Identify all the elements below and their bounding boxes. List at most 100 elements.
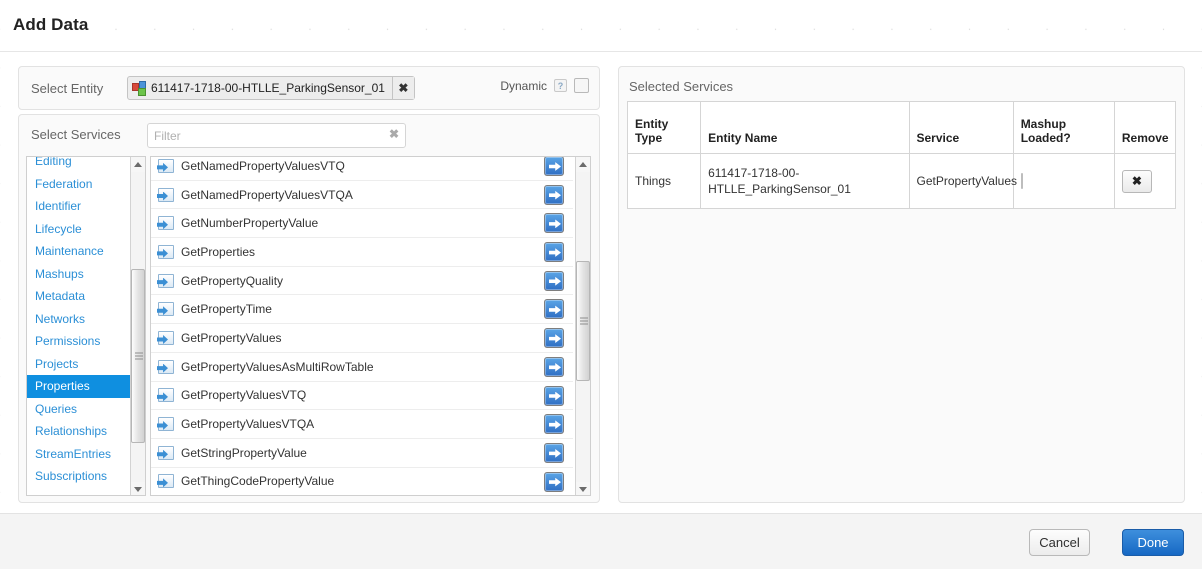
selected-services-panel: Selected Services Entity Type Entity Name S… bbox=[618, 66, 1185, 503]
select-entity-panel: Select Entity 611417-1718-00-HTLLE_Parki… bbox=[18, 66, 600, 110]
entity-chip[interactable]: 611417-1718-00-HTLLE_ParkingSensor_01 ✖ bbox=[127, 76, 415, 100]
dialog-header: Add Data bbox=[0, 0, 1202, 52]
column-header-remove: Remove bbox=[1113, 101, 1177, 154]
category-item[interactable]: Editing bbox=[27, 157, 131, 173]
done-button[interactable]: Done bbox=[1122, 529, 1184, 556]
dynamic-checkbox[interactable] bbox=[574, 78, 589, 93]
category-scroll-down-icon[interactable] bbox=[131, 482, 145, 495]
service-name: GetPropertyValues bbox=[181, 330, 282, 345]
services-scroll-thumb[interactable] bbox=[576, 261, 590, 381]
add-service-arrow-icon[interactable] bbox=[544, 442, 564, 463]
service-name: GetProperties bbox=[181, 244, 256, 259]
column-header-line: Entity Name bbox=[708, 131, 778, 145]
add-service-arrow-icon[interactable] bbox=[544, 414, 564, 435]
table-row: Things 611417-1718-00-HTLLE_ParkingSensor… bbox=[626, 153, 1177, 209]
column-header-line: Loaded? bbox=[1020, 131, 1071, 145]
service-row[interactable]: GetPropertyValuesVTQA bbox=[151, 410, 573, 439]
add-service-arrow-icon[interactable] bbox=[544, 270, 564, 291]
column-header-line: Remove bbox=[1121, 131, 1169, 145]
service-name: GetPropertyValuesVTQ bbox=[181, 388, 307, 403]
add-data-dialog: Add Data Select Entity 611417-1718-00-HT… bbox=[0, 0, 1202, 569]
service-row[interactable]: GetPropertyValuesAsMultiRowTable bbox=[151, 353, 573, 382]
category-item[interactable]: Mashups bbox=[27, 263, 131, 286]
service-icon bbox=[158, 388, 174, 403]
add-service-arrow-icon[interactable] bbox=[544, 213, 564, 234]
service-row[interactable]: GetPropertyQuality bbox=[151, 267, 573, 296]
service-icon bbox=[158, 417, 174, 432]
cell-remove: ✖ bbox=[1113, 153, 1177, 209]
entity-clear-icon[interactable]: ✖ bbox=[391, 77, 414, 99]
service-row[interactable]: GetPropertyValuesVTQ bbox=[151, 382, 573, 411]
category-item[interactable]: Permissions bbox=[27, 330, 131, 353]
column-header-line: Service bbox=[916, 131, 960, 145]
add-service-arrow-icon[interactable] bbox=[544, 385, 564, 406]
filter-clear-icon[interactable]: ✖ bbox=[389, 127, 399, 141]
cancel-button[interactable]: Cancel bbox=[1029, 529, 1090, 556]
things-blocks-icon bbox=[132, 80, 147, 96]
service-icon bbox=[158, 359, 174, 374]
add-service-arrow-icon[interactable] bbox=[544, 157, 564, 176]
service-row[interactable]: GetNumberPropertyValue bbox=[151, 209, 573, 239]
service-row[interactable]: GetNamedPropertyValuesVTQ bbox=[151, 157, 573, 181]
column-header-service: Service bbox=[908, 101, 1014, 154]
service-name: GetPropertyValuesAsMultiRowTable bbox=[181, 359, 374, 374]
category-item[interactable]: Projects bbox=[27, 353, 131, 376]
filter-input[interactable] bbox=[148, 124, 380, 147]
add-service-arrow-icon[interactable] bbox=[544, 471, 564, 492]
select-services-label: Select Services bbox=[31, 127, 121, 142]
category-item[interactable]: Metadata bbox=[27, 285, 131, 308]
cell-entity-name: 611417-1718-00-HTLLE_ParkingSensor_01 bbox=[700, 153, 910, 209]
service-icon bbox=[158, 330, 174, 345]
service-row[interactable]: GetPropertyTime bbox=[151, 295, 573, 325]
filter-field-wrapper: ✖ bbox=[147, 123, 406, 148]
category-scroll-up-icon[interactable] bbox=[131, 157, 145, 172]
service-row[interactable]: GetStringPropertyValue bbox=[151, 439, 573, 468]
select-services-panel: Select Services ✖ EditingFederationIdent… bbox=[18, 114, 600, 503]
category-scroll-thumb[interactable] bbox=[131, 269, 145, 443]
dialog-footer: Cancel Done bbox=[0, 513, 1202, 569]
column-header-entity-name: Entity Name bbox=[700, 101, 910, 154]
service-row[interactable]: GetPropertyValues bbox=[151, 324, 573, 353]
category-item[interactable]: Maintenance bbox=[27, 240, 131, 263]
service-name: GetNamedPropertyValuesVTQA bbox=[181, 187, 353, 202]
category-item[interactable]: Relationships bbox=[27, 420, 131, 443]
category-item[interactable]: StreamEntries bbox=[27, 443, 131, 466]
service-name: GetPropertyTime bbox=[181, 302, 272, 317]
category-item[interactable]: Properties bbox=[27, 375, 131, 398]
category-scrollbar[interactable] bbox=[130, 157, 145, 495]
table-header-row: Entity Type Entity Name Service Mashup Loaded… bbox=[626, 101, 1177, 154]
column-header-line: Type bbox=[635, 131, 663, 145]
add-service-arrow-icon[interactable] bbox=[544, 328, 564, 349]
service-icon bbox=[158, 445, 174, 460]
services-scrollbar[interactable] bbox=[575, 157, 590, 495]
add-service-arrow-icon[interactable] bbox=[544, 242, 564, 263]
mashup-loaded-checkbox[interactable] bbox=[1020, 173, 1023, 189]
cell-service: GetPropertyValues bbox=[908, 153, 1017, 209]
service-icon bbox=[158, 216, 174, 231]
service-icon bbox=[158, 244, 174, 259]
category-item[interactable]: Subscriptions bbox=[27, 465, 131, 488]
add-service-arrow-icon[interactable] bbox=[544, 299, 564, 320]
column-header-mashup-loaded: Mashup Loaded? bbox=[1012, 101, 1115, 154]
service-icon bbox=[158, 273, 174, 288]
add-service-arrow-icon[interactable] bbox=[544, 356, 564, 377]
service-row[interactable]: GetNamedPropertyValuesVTQA bbox=[151, 181, 573, 210]
service-name: GetThingCodePropertyValue bbox=[181, 474, 335, 489]
category-item[interactable]: Queries bbox=[27, 398, 131, 421]
service-icon bbox=[158, 158, 174, 173]
service-row[interactable]: GetThingCodePropertyValue bbox=[151, 468, 573, 495]
service-name: GetStringPropertyValue bbox=[181, 445, 307, 460]
service-row[interactable]: GetProperties bbox=[151, 238, 573, 267]
services-scroll-up-icon[interactable] bbox=[576, 157, 590, 172]
category-item[interactable]: Federation bbox=[27, 173, 131, 196]
category-item[interactable]: Networks bbox=[27, 308, 131, 331]
remove-row-button[interactable]: ✖ bbox=[1121, 169, 1152, 193]
column-header-line: Entity bbox=[635, 117, 669, 131]
category-item[interactable]: Lifecycle bbox=[27, 218, 131, 241]
services-scroll-down-icon[interactable] bbox=[576, 482, 590, 495]
category-item[interactable]: Identifier bbox=[27, 195, 131, 218]
service-name: GetNamedPropertyValuesVTQ bbox=[181, 158, 345, 173]
help-icon[interactable]: ? bbox=[554, 79, 567, 92]
column-header-entity-type: Entity Type bbox=[626, 101, 702, 154]
add-service-arrow-icon[interactable] bbox=[544, 184, 564, 205]
